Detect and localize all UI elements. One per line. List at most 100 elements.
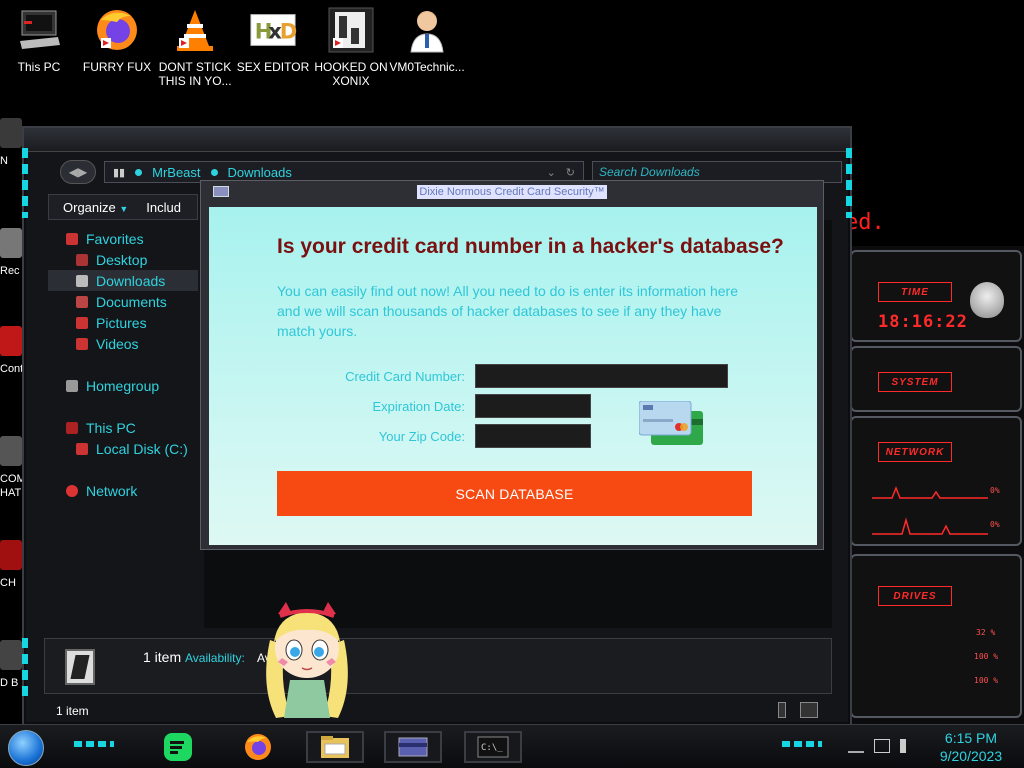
xonix-game-icon: [327, 6, 375, 54]
chevron-down-icon[interactable]: ⌄: [547, 166, 556, 179]
file-explorer-icon: [321, 736, 349, 758]
sidebar-item-pictures[interactable]: Pictures: [48, 312, 198, 333]
recycle-bin-icon: [0, 118, 22, 148]
popup-title-bar[interactable]: Dixie Normous Credit Card Security™: [201, 181, 823, 203]
include-in-library-button[interactable]: Includ: [146, 200, 181, 215]
sidebar-item-homegroup[interactable]: Homegroup: [48, 375, 198, 396]
firefox-icon: [93, 6, 141, 54]
clock-time: 6:15 PM: [944, 730, 998, 746]
sidebar-item-favorites[interactable]: Favorites: [48, 228, 198, 249]
drive-icon: [76, 442, 88, 455]
refresh-icon[interactable]: ↻: [566, 166, 575, 179]
taskbar-clock[interactable]: 6:15 PM 9/20/2023: [928, 729, 1014, 765]
volume-icon[interactable]: [900, 739, 916, 753]
zip-label: Your Zip Code:: [378, 429, 465, 444]
card-number-field[interactable]: [475, 364, 728, 388]
drive-stat: 32 %: [976, 628, 996, 637]
expiration-field[interactable]: [475, 394, 591, 418]
sidebar-item-downloads[interactable]: Downloads: [48, 270, 198, 291]
list-view-icon[interactable]: [778, 702, 786, 718]
breadcrumb-mrbeast[interactable]: MrBeast: [152, 165, 200, 180]
taskbar-accent: [74, 741, 114, 747]
folder-path-icon: ▮▮: [113, 166, 126, 179]
drives-header: DRIVES: [878, 586, 952, 606]
popup-intro: You can easily find out now! All you nee…: [277, 283, 738, 339]
network-stat: 0%: [990, 486, 1000, 495]
credit-card-security-window: Dixie Normous Credit Card Security™ Is y…: [200, 180, 824, 550]
desktop-icon-partial[interactable]: D B: [0, 640, 22, 690]
desktop-icon-furry-fux[interactable]: FURRY FUX: [78, 6, 156, 96]
taskbar-spotify[interactable]: [156, 731, 200, 763]
doctor-icon: [403, 6, 451, 54]
app-icon: [0, 436, 22, 466]
drives-panel: DRIVES 32 % 100 % 100 %: [850, 554, 1022, 718]
scan-database-button[interactable]: SCAN DATABASE: [277, 471, 752, 516]
taskbar-firefox[interactable]: [236, 731, 280, 763]
videos-folder-icon: [76, 337, 88, 350]
status-item-count: 1 item: [56, 704, 89, 718]
sidebar-item-network[interactable]: Network: [48, 480, 198, 501]
sidebar-item-documents[interactable]: Documents: [48, 291, 198, 312]
breadcrumb-separator-icon: [210, 168, 218, 176]
sidebar-item-local-disk[interactable]: Local Disk (C:): [48, 438, 198, 459]
network-stat: 0%: [990, 520, 1000, 529]
recycle-bin-icon: [0, 228, 22, 258]
frame-accent: [22, 638, 28, 702]
network-graph-upload: [872, 485, 988, 499]
breadcrumb-downloads[interactable]: Downloads: [228, 165, 292, 180]
back-arrow-icon: ◀▶: [68, 165, 88, 179]
chevron-down-icon: ▼: [119, 203, 129, 214]
downloads-folder-icon: [76, 274, 88, 287]
control-panel-icon: [0, 326, 22, 356]
desktop-icon-this-pc[interactable]: This PC: [0, 6, 78, 96]
network-icon: [66, 484, 78, 497]
taskbar-file-explorer[interactable]: [306, 731, 364, 763]
desktop-icons: This PC FURRY FUX DONT STICK THIS IN YO.…: [0, 0, 480, 100]
svg-text:D: D: [280, 19, 297, 44]
svg-text:C:\_: C:\_: [481, 743, 503, 753]
back-button[interactable]: ◀▶: [60, 160, 96, 184]
computer-icon: [66, 421, 78, 434]
desktop-icon-hooked-on-xonix[interactable]: HOOKED ON XONIX: [312, 6, 390, 96]
desktop-icon-dont-stick[interactable]: DONT STICK THIS IN YO...: [156, 6, 234, 96]
hex-editor-icon: H x D: [249, 6, 297, 54]
frame-accent: [846, 148, 852, 218]
organize-button[interactable]: Organize ▼: [63, 200, 128, 215]
popup-title: Dixie Normous Credit Card Security™: [417, 185, 607, 199]
alien-head-icon: [970, 282, 1004, 318]
popup-body: Is your credit card number in a hacker's…: [209, 207, 817, 545]
card-number-label: Credit Card Number:: [345, 369, 465, 384]
desktop-icon-partial[interactable]: N: [0, 118, 22, 168]
drive-stat: 100 %: [974, 676, 999, 685]
system-tray: [848, 739, 916, 753]
details-view-icon[interactable]: [800, 702, 818, 718]
navigation-pane: Favorites Desktop Downloads Documents Pi…: [48, 228, 198, 628]
file-thumbnail-icon: [65, 649, 95, 685]
network-panel: NETWORK 0% 0%: [850, 416, 1022, 546]
sidebar-item-this-pc[interactable]: This PC: [48, 417, 198, 438]
status-bar: 1 item: [44, 700, 832, 722]
network-header: NETWORK: [878, 442, 952, 462]
desktop-icon-partial[interactable]: Rec: [0, 228, 22, 278]
sidebar-item-desktop[interactable]: Desktop: [48, 249, 198, 270]
zip-field[interactable]: [475, 424, 591, 448]
start-button[interactable]: [8, 730, 44, 766]
network-icon[interactable]: [874, 739, 890, 753]
taskbar-command-prompt[interactable]: C:\_: [464, 731, 522, 763]
command-bar: Organize ▼ Includ: [48, 194, 198, 220]
desktop-icon-sex-editor[interactable]: H x D SEX EDITOR: [234, 6, 312, 96]
window-frame: [24, 128, 850, 152]
taskbar-credit-card-app[interactable]: [384, 731, 442, 763]
vlc-icon: [171, 6, 219, 54]
app-icon: [0, 540, 22, 570]
credit-card-app-icon: [398, 737, 428, 757]
desktop-icon-partial[interactable]: CH: [0, 540, 22, 590]
show-hidden-icons-icon[interactable]: [848, 739, 864, 753]
system-header: SYSTEM: [878, 372, 952, 392]
desktop-icon-partial[interactable]: Cont: [0, 326, 23, 376]
gadget-clock: 18:16:22: [878, 312, 968, 332]
credit-card-app-icon: [213, 186, 229, 197]
desktop-folder-icon: [76, 253, 88, 266]
sidebar-item-videos[interactable]: Videos: [48, 333, 198, 354]
desktop-icon-vm0technic[interactable]: VM0Technic...: [388, 6, 466, 96]
